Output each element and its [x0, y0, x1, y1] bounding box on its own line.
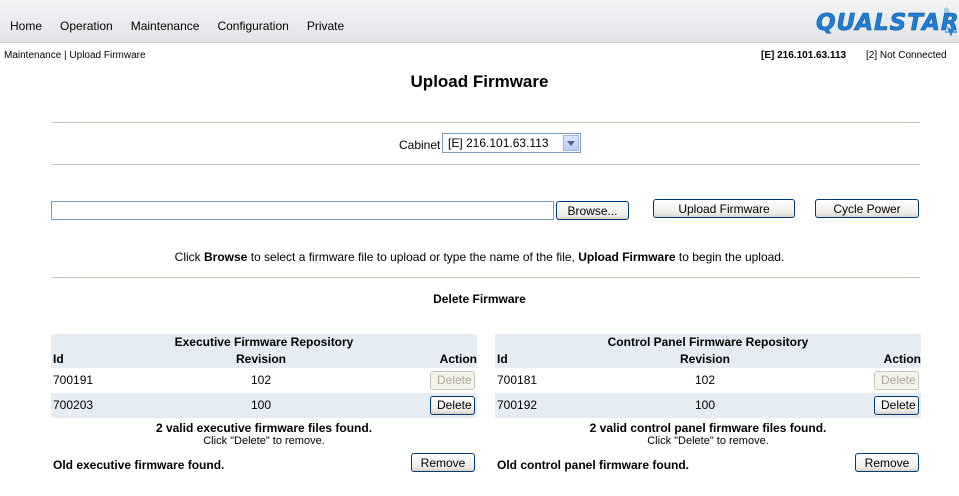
cabinet-select-value: [E] 216.101.63.113	[448, 136, 549, 150]
nav-operation[interactable]: Operation	[60, 19, 113, 33]
page-title: Upload Firmware	[410, 72, 549, 91]
old-firmware-text: Old executive firmware found.	[53, 458, 225, 472]
nav-configuration[interactable]: Configuration	[217, 19, 288, 33]
cycle-power-button[interactable]: Cycle Power	[815, 199, 919, 218]
table-row: 700191 102 Delete	[51, 368, 477, 393]
delete-button: Delete	[874, 371, 919, 390]
divider	[52, 277, 920, 278]
row-id: 700203	[53, 398, 94, 412]
divider	[52, 164, 920, 165]
row-revision: 100	[694, 398, 716, 412]
firmware-file-input[interactable]	[51, 201, 554, 220]
executive-repository: Executive Firmware Repository Id Revisio…	[51, 334, 477, 475]
breadcrumb: Maintenance | Upload Firmware	[4, 50, 146, 61]
row-id: 700181	[497, 373, 538, 387]
upload-hint: Click Browse to select a firmware file t…	[174, 250, 785, 264]
table-row: 700203 100 Delete	[51, 393, 477, 418]
control-panel-repository-title: Control Panel Firmware Repository	[495, 334, 921, 351]
old-firmware-row: Old control panel firmware found. Remove	[495, 451, 921, 475]
divider	[52, 122, 920, 123]
delete-instruction: Click "Delete" to remove.	[203, 435, 325, 447]
row-revision: 100	[250, 398, 272, 412]
upload-firmware-button[interactable]: Upload Firmware	[653, 199, 795, 218]
cabinet-select[interactable]: [E] 216.101.63.113	[442, 133, 581, 153]
row-id: 700191	[53, 373, 94, 387]
svg-text:QUALSTAR: QUALSTAR	[816, 10, 959, 36]
remove-button[interactable]: Remove	[411, 453, 475, 472]
delete-button[interactable]: Delete	[874, 396, 919, 415]
qualstar-logo: QUALSTAR ®	[816, 7, 959, 37]
browse-button[interactable]: Browse...	[556, 201, 629, 220]
delete-button[interactable]: Delete	[430, 396, 475, 415]
nav-private[interactable]: Private	[307, 19, 344, 33]
executive-repository-title: Executive Firmware Repository	[51, 334, 477, 351]
svg-text:®: ®	[944, 7, 950, 15]
files-found-message: 2 valid control panel firmware files fou…	[589, 421, 827, 435]
remove-button[interactable]: Remove	[855, 453, 919, 472]
row-revision: 102	[694, 373, 716, 387]
connection-primary: [E] 216.101.63.113	[761, 50, 847, 61]
column-action: Action	[883, 352, 921, 366]
connection-secondary: [2] Not Connected	[866, 50, 947, 61]
main-menu: Home Operation Maintenance Configuration…	[10, 19, 362, 33]
row-id: 700192	[497, 398, 538, 412]
top-navigation-bar: Home Operation Maintenance Configuration…	[0, 0, 959, 43]
column-revision: Revision	[235, 352, 286, 366]
delete-button: Delete	[430, 371, 475, 390]
column-id: Id	[53, 352, 64, 366]
table-row: 700181 102 Delete	[495, 368, 921, 393]
old-firmware-text: Old control panel firmware found.	[497, 458, 690, 472]
delete-instruction: Click "Delete" to remove.	[647, 435, 769, 447]
column-id: Id	[497, 352, 508, 366]
table-row: 700192 100 Delete	[495, 393, 921, 418]
column-revision: Revision	[679, 352, 730, 366]
chevron-down-icon[interactable]	[563, 135, 579, 151]
table-header: Id Revision Action	[495, 351, 921, 368]
nav-maintenance[interactable]: Maintenance	[131, 19, 200, 33]
files-found-message: 2 valid executive firmware files found.	[155, 421, 373, 435]
old-firmware-row: Old executive firmware found. Remove	[51, 451, 477, 475]
nav-home[interactable]: Home	[10, 19, 42, 33]
column-action: Action	[439, 352, 477, 366]
control-panel-repository: Control Panel Firmware Repository Id Rev…	[495, 334, 921, 475]
delete-firmware-title: Delete Firmware	[433, 292, 526, 306]
table-header: Id Revision Action	[51, 351, 477, 368]
row-revision: 102	[250, 373, 272, 387]
cabinet-label: Cabinet	[399, 138, 441, 152]
